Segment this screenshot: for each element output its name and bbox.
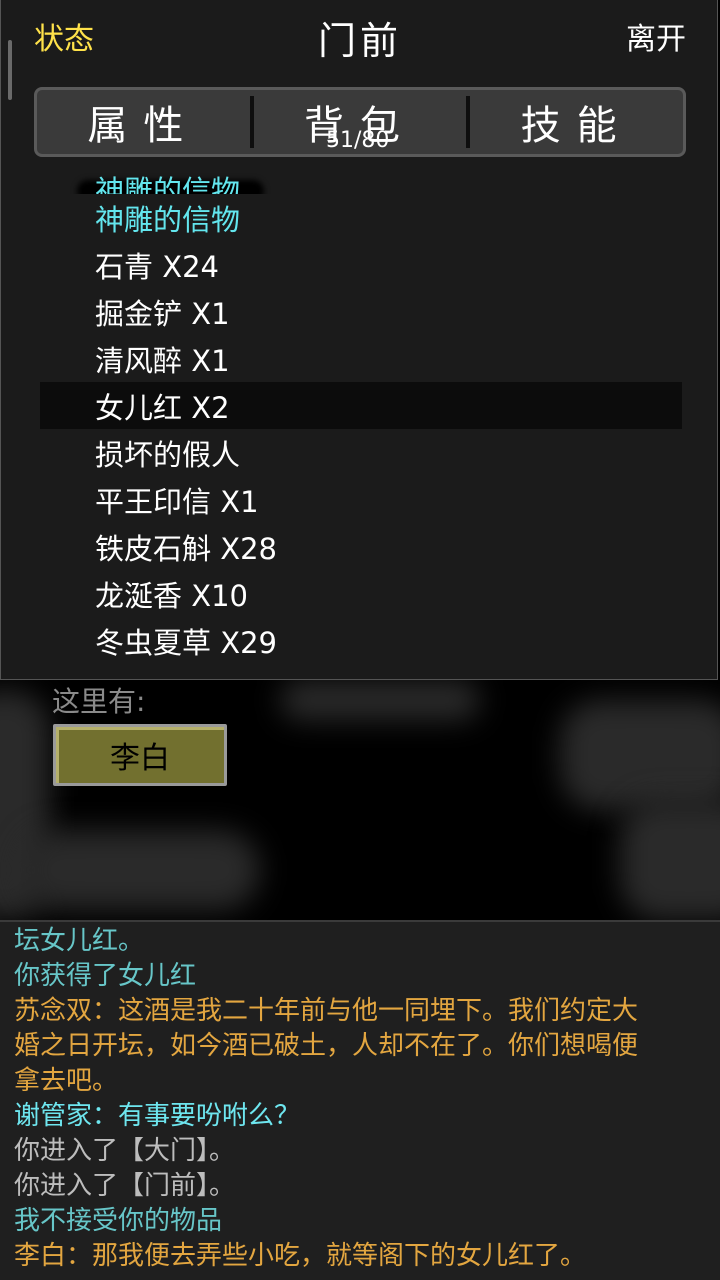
item-label: 石青 X24 (95, 244, 235, 286)
log-line: 谢管家：有事要吩咐么？ (14, 1101, 301, 1131)
item-label: 冬虫夏草 X29 (95, 620, 293, 661)
inventory-item[interactable]: 清风醉 X1 (40, 335, 682, 382)
item-label: 女儿红 X2 (95, 385, 246, 427)
scene-area: 这里有: 李白 (0, 680, 720, 920)
tab-bar: 属性 背包 51/80 技能 (34, 87, 686, 157)
mist-decoration (280, 680, 480, 720)
inventory-item[interactable]: 铁皮石斛 X28 (40, 523, 682, 570)
log-line: 拿去吧。 (14, 1066, 119, 1096)
inventory-item[interactable]: 掘金铲 X1 (40, 288, 682, 335)
backpack-capacity: 51/80 (326, 128, 390, 153)
inventory-item[interactable]: 神雕的信物 (40, 194, 682, 241)
log-line: 你获得了女儿红 (14, 961, 197, 991)
inventory-item[interactable]: 平王印信 X1 (40, 476, 682, 523)
tab-attributes[interactable]: 属性 (37, 90, 250, 154)
log-line: 婚之日开坛，如今酒已破土，人却不在了。你们想喝便 (14, 1031, 639, 1061)
item-label: 神雕的信物 (95, 197, 256, 239)
inventory-item[interactable]: 龙涎香 X10 (40, 570, 682, 617)
inventory-item[interactable]: 神雕的信物 (40, 172, 682, 194)
inventory-item[interactable]: 石青 X24 (40, 241, 682, 288)
tab-backpack[interactable]: 背包 51/80 (254, 90, 467, 154)
mist-decoration (560, 700, 720, 810)
item-label: 清风醉 X1 (95, 338, 246, 380)
top-bar: 状态 门前 离开 (0, 0, 720, 72)
log-line: 我不接受你的物品 (14, 1206, 223, 1236)
item-label: 损坏的假人 (95, 432, 256, 474)
inventory-item-selected[interactable]: 女儿红 X2 (40, 382, 682, 429)
item-label: 神雕的信物 (95, 172, 256, 194)
tab-skills[interactable]: 技能 (470, 90, 683, 154)
log-line: 坛女儿红。 (14, 926, 145, 956)
item-label: 铁皮石斛 X28 (95, 526, 293, 568)
npc-name: 李白 (110, 741, 170, 776)
log-line: 苏念双：这酒是我二十年前与他一同埋下。我们约定大 (14, 996, 639, 1026)
inventory-item[interactable]: 损坏的假人 (40, 429, 682, 476)
tab-label: 属性 (87, 103, 200, 149)
message-log[interactable]: 坛女儿红。 你获得了女儿红 苏念双：这酒是我二十年前与他一同埋下。我们约定大 婚… (0, 920, 720, 1280)
inventory-list[interactable]: 神雕的信物 神雕的信物 石青 X24 掘金铲 X1 清风醉 X1 女儿红 X2 … (40, 172, 682, 660)
item-label: 掘金铲 X1 (95, 291, 246, 333)
item-label: 平王印信 X1 (95, 479, 275, 521)
here-label: 这里有: (52, 685, 146, 718)
inventory-item[interactable]: 冬虫夏草 X29 (40, 617, 682, 660)
log-line: 你进入了【门前】。 (14, 1171, 236, 1201)
npc-button[interactable]: 李白 (53, 724, 227, 786)
log-line: 你进入了【大门】。 (14, 1136, 236, 1166)
mist-decoration (620, 800, 720, 920)
leave-button[interactable]: 离开 (626, 14, 686, 58)
page-title: 门前 (317, 19, 402, 63)
tab-label: 技能 (520, 103, 633, 149)
mist-decoration (20, 830, 260, 910)
log-line: 李白：那我便去弄些小吃，就等阁下的女儿红了。 (14, 1241, 587, 1271)
item-label: 龙涎香 X10 (95, 573, 264, 615)
